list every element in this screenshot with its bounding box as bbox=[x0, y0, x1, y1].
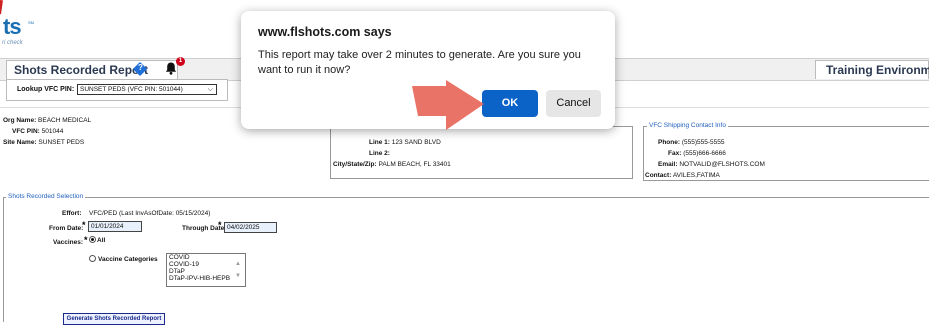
site-name-value: SUNSET PEDS bbox=[38, 139, 85, 146]
list-item[interactable]: COVID-19 bbox=[167, 261, 245, 268]
chevron-down-icon: ⌵ bbox=[207, 86, 213, 93]
vaccines-label: Vaccines: bbox=[53, 239, 83, 246]
shipping-email-row: Email: NOTVALID@FLSHOTS.COM bbox=[658, 161, 765, 168]
address-line1-label: Line 1: bbox=[369, 139, 390, 146]
list-item[interactable]: DTaP-IPV-HIB-HEPB bbox=[167, 275, 245, 282]
through-date-required-mark: * bbox=[218, 220, 222, 230]
shipping-email-value: NOTVALID@FLSHOTS.COM bbox=[679, 161, 765, 168]
vfc-pin-row: VFC PIN: 501044 bbox=[12, 128, 63, 135]
lookup-selected-value: SUNSET PEDS (VFC PIN: 501044) bbox=[80, 86, 183, 93]
from-date-label: From Date: bbox=[49, 225, 84, 232]
vaccines-all-label: All bbox=[97, 237, 106, 244]
lookup-label: Lookup VFC PIN: bbox=[17, 86, 75, 93]
from-date-input[interactable]: 01/01/2024 bbox=[88, 221, 142, 232]
org-name-label: Org Name: bbox=[3, 117, 37, 124]
address-line2-label: Line 2: bbox=[369, 150, 390, 157]
vaccine-categories-listbox[interactable]: COVID COVID-19 DTaP DTaP-IPV-HIB-HEPB bbox=[166, 253, 246, 287]
shipping-contact-row: Contact: AVILES,FATIMA bbox=[645, 172, 720, 179]
shipping-fax-row: Fax: (555)666-6666 bbox=[668, 150, 726, 157]
effort-label: Effort: bbox=[62, 210, 82, 217]
shipping-contact-legend: VFC Shipping Contact Info bbox=[647, 122, 728, 129]
org-name-value: BEACH MEDICAL bbox=[38, 117, 92, 124]
logo: ts bbox=[3, 14, 22, 39]
logo-subtitle: ri check bbox=[2, 40, 23, 46]
org-name-row: Org Name: BEACH MEDICAL bbox=[3, 117, 91, 124]
site-name-row: Site Name: SUNSET PEDS bbox=[3, 139, 84, 146]
shipping-phone-value: (555)555-5555 bbox=[681, 139, 725, 146]
environment-label: Training Environment bbox=[826, 63, 929, 77]
generate-report-button[interactable]: Generate Shots Recorded Report bbox=[63, 313, 165, 325]
vaccines-required-mark: * bbox=[84, 235, 88, 245]
dialog-title: www.flshots.com says bbox=[258, 25, 392, 39]
help-icon-glyph: ? bbox=[138, 63, 143, 72]
site-name-label: Site Name: bbox=[3, 139, 37, 146]
vaccines-all-radio[interactable] bbox=[89, 236, 96, 243]
list-item[interactable]: DTaP bbox=[167, 268, 245, 275]
logo-accent bbox=[0, 0, 3, 15]
shipping-phone-row: Phone: (555)555-5555 bbox=[658, 139, 725, 146]
vfc-pin-value: 501044 bbox=[41, 128, 64, 135]
vfc-pin-label: VFC PIN: bbox=[12, 128, 40, 135]
shipping-fax-label: Fax: bbox=[668, 150, 682, 157]
shipping-phone-label: Phone: bbox=[658, 139, 681, 146]
selection-legend: Shots Recorded Selection bbox=[6, 193, 86, 200]
address-city-row: City/State/Zip: PALM BEACH, FL 33401 bbox=[333, 161, 451, 168]
through-date-input[interactable]: 04/02/2025 bbox=[224, 222, 277, 233]
arrow-annotation-icon bbox=[412, 80, 484, 130]
address-line1-row: Line 1: 123 SAND BLVD bbox=[369, 139, 441, 146]
scroll-up-icon[interactable]: ▲ bbox=[235, 261, 241, 267]
from-date-required-mark: * bbox=[82, 220, 86, 230]
shipping-email-label: Email: bbox=[658, 161, 678, 168]
vaccine-categories-radio[interactable] bbox=[89, 255, 96, 262]
address-city-value: PALM BEACH, FL 33401 bbox=[378, 161, 451, 168]
scroll-down-icon[interactable]: ▼ bbox=[235, 273, 241, 279]
vaccine-categories-label: Vaccine Categories bbox=[98, 256, 158, 263]
logo-trademark: SM bbox=[28, 20, 34, 25]
address-city-label: City/State/Zip: bbox=[333, 161, 377, 168]
shipping-fax-value: (555)666-6666 bbox=[683, 150, 726, 157]
address-line2-row: Line 2: bbox=[369, 150, 390, 157]
effort-value: VFC/PED (Last InvAsOfDate: 05/15/2024) bbox=[89, 210, 211, 217]
cancel-button[interactable]: Cancel bbox=[546, 90, 601, 117]
shipping-contact-value: AVILES,FATIMA bbox=[672, 172, 720, 179]
page-title: Shots Recorded Report bbox=[14, 63, 149, 77]
list-item[interactable]: COVID bbox=[167, 254, 245, 261]
dialog-message: This report may take over 2 minutes to g… bbox=[258, 49, 581, 76]
lookup-vfc-pin-select[interactable]: SUNSET PEDS (VFC PIN: 501044) ⌵ bbox=[77, 84, 217, 95]
notification-badge: 1 bbox=[176, 57, 185, 66]
shipping-contact-label: Contact: bbox=[645, 172, 672, 179]
address-line1-value: 123 SAND BLVD bbox=[391, 139, 441, 146]
